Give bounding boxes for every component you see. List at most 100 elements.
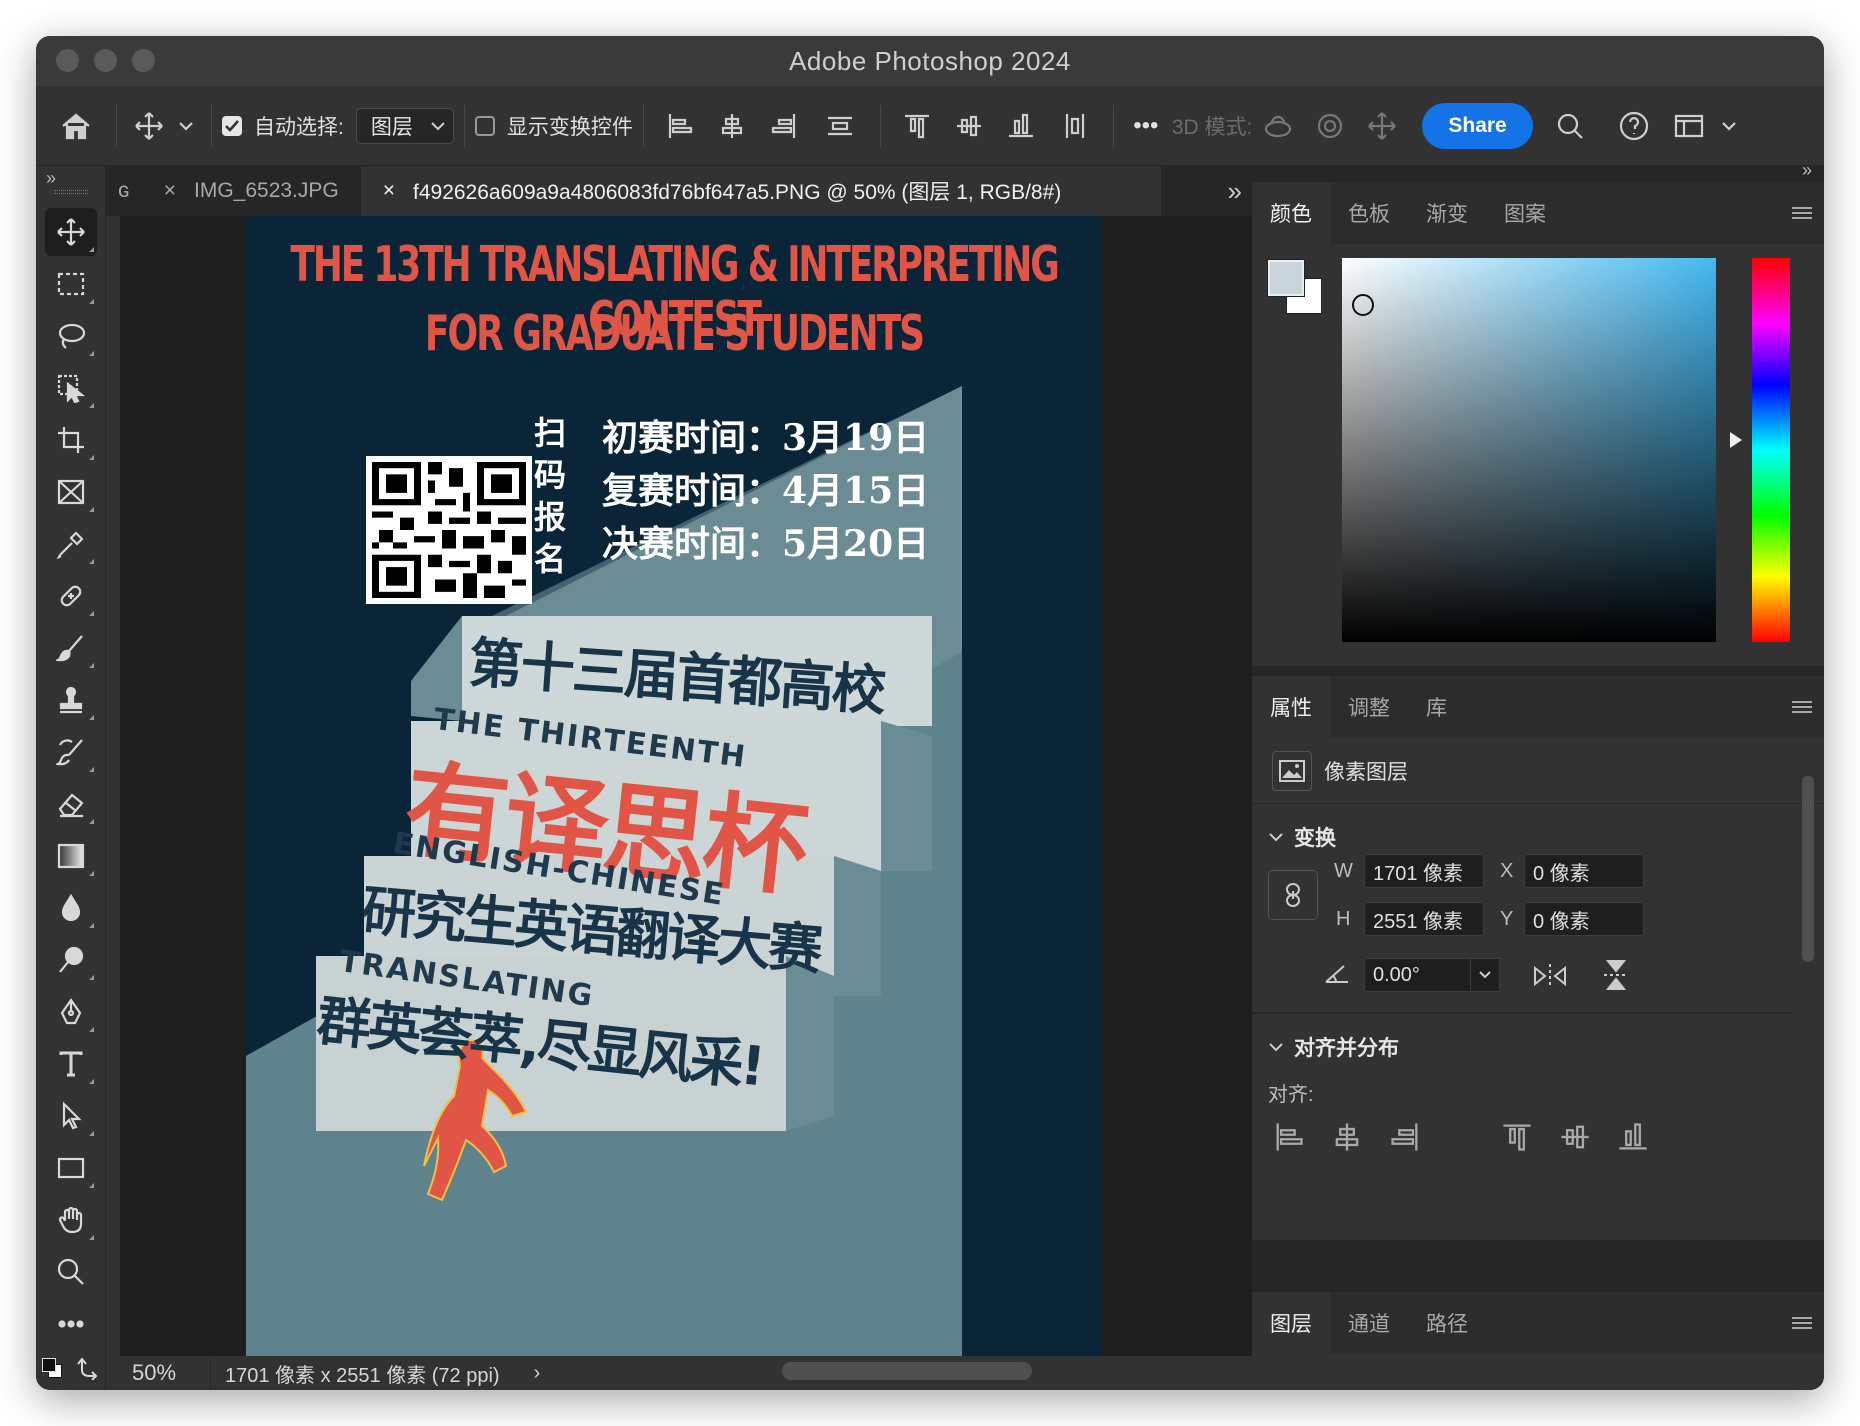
path-selection-tool[interactable]	[45, 1092, 97, 1140]
eyedropper-tool[interactable]	[45, 520, 97, 568]
marquee-tool[interactable]	[45, 260, 97, 308]
rectangle-tool[interactable]	[45, 1144, 97, 1192]
clone-stamp-tool[interactable]	[45, 676, 97, 724]
distribute-vertical-icon[interactable]	[810, 111, 870, 141]
blur-tool[interactable]	[45, 884, 97, 932]
qr-code[interactable]	[366, 456, 532, 604]
more-options-button[interactable]: •••	[1124, 112, 1168, 140]
crop-tool[interactable]	[45, 416, 97, 464]
align-vertical-centers-icon[interactable]	[943, 111, 995, 141]
close-tab-icon[interactable]: ×	[383, 179, 395, 203]
eraser-tool[interactable]	[45, 780, 97, 828]
gradient-tool[interactable]	[45, 832, 97, 880]
color-picker-cursor[interactable]	[1352, 294, 1374, 316]
object-selection-tool[interactable]	[45, 364, 97, 412]
document-info[interactable]: 1701 像素 x 2551 像素 (72 ppi)	[225, 1359, 500, 1388]
align-horizontal-centers-icon[interactable]	[706, 111, 758, 141]
height-field[interactable]: 2551 像素	[1364, 902, 1484, 936]
3d-orbit-icon[interactable]	[1252, 111, 1304, 141]
tab-overflow-left[interactable]: ɢ	[106, 166, 142, 216]
y-field[interactable]: 0 像素	[1524, 902, 1644, 936]
close-window-button[interactable]	[56, 49, 79, 72]
tool-preset-chevron-down-icon[interactable]	[171, 121, 201, 131]
default-colors-icon[interactable]	[40, 1356, 64, 1380]
tab-channels[interactable]: 通道	[1330, 1292, 1408, 1354]
align-middle-icon[interactable]	[1558, 1120, 1592, 1154]
tab-img-6523[interactable]: × IMG_6523.JPG	[142, 166, 361, 216]
minimize-window-button[interactable]	[94, 49, 117, 72]
3d-pan-icon[interactable]	[1356, 111, 1408, 141]
panel-menu-icon[interactable]	[1792, 698, 1812, 716]
canvas-horizontal-scrollbar[interactable]	[782, 1362, 1032, 1380]
close-tab-icon[interactable]: ×	[164, 179, 176, 203]
x-field[interactable]: 0 像素	[1524, 854, 1644, 888]
align-top-icon[interactable]	[1500, 1120, 1534, 1154]
edit-toolbar-icon[interactable]	[45, 1300, 97, 1348]
hue-slider[interactable]	[1752, 258, 1790, 642]
canvas-area[interactable]: THE 13TH TRANSLATING & INTERPRETING CONT…	[120, 216, 1252, 1356]
home-icon[interactable]	[46, 111, 106, 141]
move-tool[interactable]	[45, 208, 97, 256]
zoom-tool[interactable]	[45, 1248, 97, 1296]
flip-horizontal-icon[interactable]	[1532, 962, 1568, 990]
help-icon[interactable]	[1607, 110, 1661, 142]
tab-patterns[interactable]: 图案	[1486, 182, 1564, 244]
tab-properties[interactable]: 属性	[1252, 676, 1330, 738]
collapse-tools-icon[interactable]: »	[46, 168, 56, 189]
show-transform-checkbox[interactable]	[474, 115, 495, 136]
share-button[interactable]: Share	[1422, 102, 1533, 149]
swap-colors-icon[interactable]	[74, 1356, 100, 1385]
tab-gradients[interactable]: 渐变	[1408, 182, 1486, 244]
panel-menu-icon[interactable]	[1792, 204, 1812, 222]
pen-tool[interactable]	[45, 988, 97, 1036]
align-bottom-icon[interactable]	[1616, 1120, 1650, 1154]
workspace-chevron-down-icon[interactable]	[1717, 121, 1741, 131]
transform-section-header[interactable]: 变换	[1268, 822, 1336, 852]
align-bottom-edges-icon[interactable]	[995, 111, 1047, 141]
workspace-icon[interactable]	[1661, 113, 1717, 139]
distribute-horizontal-icon[interactable]	[1047, 111, 1103, 141]
tab-libraries[interactable]: 库	[1408, 676, 1465, 738]
hue-slider-arrow[interactable]	[1730, 432, 1742, 448]
tab-layers[interactable]: 图层	[1252, 1292, 1330, 1354]
flip-vertical-icon[interactable]	[1602, 958, 1630, 992]
align-right-icon[interactable]	[1388, 1120, 1422, 1154]
angle-field[interactable]: 0.00°	[1364, 958, 1472, 992]
lasso-tool[interactable]	[45, 312, 97, 360]
foreground-color-swatch[interactable]	[1267, 259, 1305, 297]
align-right-edges-icon[interactable]	[758, 111, 810, 141]
healing-brush-tool[interactable]	[45, 572, 97, 620]
align-left-icon[interactable]	[1272, 1120, 1306, 1154]
width-field[interactable]: 1701 像素	[1364, 854, 1484, 888]
tab-adjustments[interactable]: 调整	[1330, 676, 1408, 738]
document-canvas[interactable]: THE 13TH TRANSLATING & INTERPRETING CONT…	[246, 216, 1102, 1356]
tab-paths[interactable]: 路径	[1408, 1292, 1486, 1354]
brush-tool[interactable]	[45, 624, 97, 672]
more-tabs-icon[interactable]: »	[1228, 176, 1242, 207]
status-chevron-right-icon[interactable]: ›	[534, 1362, 541, 1385]
hand-tool[interactable]	[45, 1196, 97, 1244]
dodge-tool[interactable]	[45, 936, 97, 984]
align-left-edges-icon[interactable]	[654, 111, 706, 141]
auto-select-dropdown[interactable]: 图层	[355, 107, 454, 144]
type-tool[interactable]	[45, 1040, 97, 1088]
search-icon[interactable]	[1533, 111, 1607, 141]
align-top-edges-icon[interactable]	[891, 111, 943, 141]
zoom-level[interactable]: 50%	[106, 1360, 210, 1386]
angle-dropdown-button[interactable]	[1470, 958, 1500, 992]
frame-tool[interactable]	[45, 468, 97, 516]
tab-active-document[interactable]: × f492626a609a9a4806083fd76bf647a5.PNG @…	[360, 166, 1161, 216]
link-dimensions-button[interactable]	[1268, 870, 1318, 920]
tab-swatches[interactable]: 色板	[1330, 182, 1408, 244]
properties-scrollbar[interactable]	[1802, 776, 1814, 962]
align-section-header[interactable]: 对齐并分布	[1268, 1032, 1399, 1062]
tab-color[interactable]: 颜色	[1252, 182, 1330, 244]
collapse-panels-icon[interactable]: »	[1802, 160, 1812, 181]
auto-select-checkbox[interactable]	[222, 115, 242, 136]
move-tool-icon[interactable]	[127, 111, 171, 141]
panel-menu-icon[interactable]	[1792, 1314, 1812, 1332]
align-center-icon[interactable]	[1330, 1120, 1364, 1154]
history-brush-tool[interactable]	[45, 728, 97, 776]
zoom-window-button[interactable]	[132, 49, 155, 72]
color-field[interactable]	[1342, 258, 1716, 642]
